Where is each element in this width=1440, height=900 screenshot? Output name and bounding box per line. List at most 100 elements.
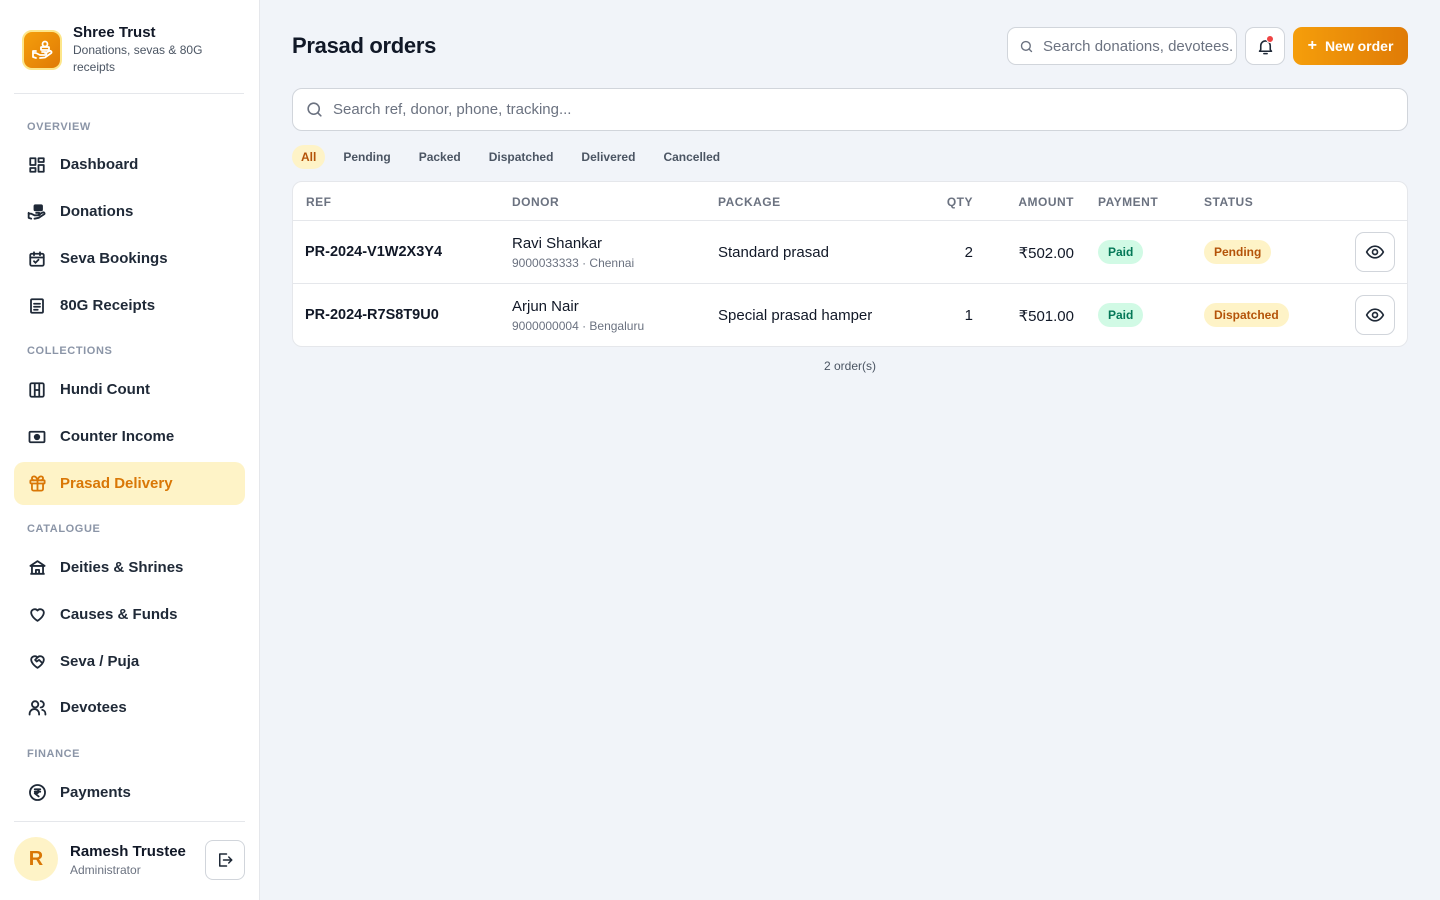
view-order-button[interactable] bbox=[1355, 295, 1395, 335]
sidebar-item-label: Seva Bookings bbox=[60, 250, 168, 267]
donor-meta: 9000000004 · Bengaluru bbox=[512, 319, 645, 333]
section-collections: COLLECTIONS bbox=[27, 345, 113, 357]
sidebar-item-label: Donations bbox=[60, 203, 134, 220]
user-profile: R Ramesh Trustee Administrator bbox=[14, 821, 245, 900]
eye-icon bbox=[1365, 305, 1385, 325]
order-qty: 1 bbox=[964, 307, 973, 324]
sidebar-item-label: Payments bbox=[60, 784, 131, 801]
filter-pending[interactable]: Pending bbox=[333, 145, 400, 169]
sidebar-item-label: Causes & Funds bbox=[60, 606, 178, 623]
section-catalogue: CATALOGUE bbox=[27, 523, 101, 535]
sidebar-item-prasad-delivery[interactable]: Prasad Delivery bbox=[14, 462, 245, 505]
section-overview: OVERVIEW bbox=[27, 121, 91, 133]
eye-icon bbox=[1365, 242, 1385, 262]
package-name: Standard prasad bbox=[718, 244, 829, 261]
notifications-button[interactable] bbox=[1245, 27, 1285, 65]
sidebar-item-label: Seva / Puja bbox=[60, 653, 140, 670]
order-amount: ₹502.00 bbox=[1018, 245, 1074, 262]
package-name: Special prasad hamper bbox=[718, 307, 873, 324]
table-row[interactable]: PR-2024-V1W2X3Y4 Ravi Shankar 9000033333… bbox=[293, 221, 1407, 284]
column-header-status: STATUS bbox=[1204, 195, 1254, 209]
donor-name: Arjun Nair bbox=[512, 298, 579, 315]
sidebar-item-label: Prasad Delivery bbox=[60, 475, 173, 492]
orders-search[interactable] bbox=[292, 88, 1408, 131]
user-role: Administrator bbox=[70, 863, 141, 877]
hundi-icon bbox=[27, 380, 47, 400]
calendar-icon bbox=[27, 249, 47, 269]
global-search[interactable] bbox=[1007, 27, 1237, 65]
new-order-button[interactable]: + New order bbox=[1293, 27, 1408, 65]
filter-packed[interactable]: Packed bbox=[409, 145, 471, 169]
sidebar-item-80g-receipts[interactable]: 80G Receipts bbox=[14, 284, 245, 327]
donor-meta: 9000033333 · Chennai bbox=[512, 256, 635, 270]
sidebar-item-label: Hundi Count bbox=[60, 381, 150, 398]
table-row[interactable]: PR-2024-R7S8T9U0 Arjun Nair 9000000004 ·… bbox=[293, 284, 1407, 346]
sidebar-item-deities-shrines[interactable]: Deities & Shrines bbox=[14, 546, 245, 589]
filter-dispatched[interactable]: Dispatched bbox=[479, 145, 564, 169]
order-count: 2 order(s) bbox=[823, 359, 876, 373]
payment-badge: Paid bbox=[1098, 303, 1144, 327]
sidebar-item-devotees[interactable]: Devotees bbox=[14, 686, 245, 729]
rupee-circle-icon bbox=[27, 783, 47, 803]
filter-all[interactable]: All bbox=[292, 145, 326, 169]
sidebar-item-dashboard[interactable]: Dashboard bbox=[14, 143, 245, 186]
status-badge: Pending bbox=[1204, 240, 1272, 264]
cash-icon bbox=[27, 427, 47, 447]
gift-icon bbox=[27, 474, 47, 494]
orders-table: REF DONOR PACKAGE QTY AMOUNT PAYMENT STA… bbox=[292, 181, 1408, 347]
user-name: Ramesh Trustee bbox=[70, 843, 186, 860]
sidebar-item-payments[interactable]: Payments bbox=[14, 771, 245, 814]
plus-icon: + bbox=[1307, 37, 1317, 54]
view-order-button[interactable] bbox=[1355, 232, 1395, 272]
heart-handshake-icon bbox=[27, 652, 47, 672]
dashboard-icon bbox=[27, 155, 47, 175]
page-title: Prasad orders bbox=[292, 33, 437, 58]
filter-delivered[interactable]: Delivered bbox=[571, 145, 645, 169]
sidebar-item-label: Deities & Shrines bbox=[60, 559, 184, 576]
logout-button[interactable] bbox=[205, 840, 245, 880]
brand-subtitle: Donations, sevas & 80G receipts bbox=[73, 43, 203, 74]
column-header-payment: PAYMENT bbox=[1098, 195, 1159, 209]
search-icon bbox=[1019, 39, 1034, 54]
payment-badge: Paid bbox=[1098, 240, 1144, 264]
sidebar-item-hundi-count[interactable]: Hundi Count bbox=[14, 368, 245, 411]
avatar: R bbox=[14, 837, 58, 881]
column-header-qty: QTY bbox=[946, 195, 973, 209]
order-ref: PR-2024-V1W2X3Y4 bbox=[305, 244, 443, 260]
sidebar-item-label: 80G Receipts bbox=[60, 297, 156, 314]
order-amount: ₹501.00 bbox=[1018, 308, 1074, 325]
sidebar-item-label: Devotees bbox=[60, 699, 127, 716]
logout-icon bbox=[216, 851, 234, 869]
status-filters: All Pending Packed Dispatched Delivered … bbox=[292, 145, 738, 169]
filter-cancelled[interactable]: Cancelled bbox=[653, 145, 730, 169]
donation-hand-icon bbox=[27, 202, 47, 222]
sidebar-item-seva-bookings[interactable]: Seva Bookings bbox=[14, 237, 245, 280]
sidebar-item-donations[interactable]: Donations bbox=[14, 190, 245, 233]
brand: Shree Trust Donations, sevas & 80G recei… bbox=[14, 18, 244, 94]
order-ref: PR-2024-R7S8T9U0 bbox=[305, 307, 439, 323]
orders-search-input[interactable] bbox=[333, 101, 1393, 118]
column-header-ref: REF bbox=[306, 195, 332, 209]
receipt-icon bbox=[27, 296, 47, 316]
new-order-label: New order bbox=[1324, 38, 1394, 54]
search-icon bbox=[305, 100, 324, 119]
column-header-donor: DONOR bbox=[512, 195, 560, 209]
order-qty: 2 bbox=[964, 244, 973, 261]
column-header-amount: AMOUNT bbox=[1018, 195, 1074, 209]
sidebar: Shree Trust Donations, sevas & 80G recei… bbox=[0, 0, 260, 900]
heart-icon bbox=[27, 605, 47, 625]
global-search-input[interactable] bbox=[1043, 37, 1233, 55]
sidebar-item-counter-income[interactable]: Counter Income bbox=[14, 415, 245, 458]
sidebar-item-seva-puja[interactable]: Seva / Puja bbox=[14, 640, 245, 683]
column-header-package: PACKAGE bbox=[718, 195, 781, 209]
sidebar-item-causes-funds[interactable]: Causes & Funds bbox=[14, 593, 245, 636]
status-badge: Dispatched bbox=[1204, 303, 1289, 327]
temple-icon bbox=[27, 558, 47, 578]
brand-name: Shree Trust bbox=[73, 24, 156, 41]
section-finance: FINANCE bbox=[27, 748, 81, 760]
users-icon bbox=[27, 698, 47, 718]
sidebar-item-label: Counter Income bbox=[60, 428, 175, 445]
hand-coin-icon bbox=[22, 30, 62, 70]
sidebar-item-label: Dashboard bbox=[60, 156, 139, 173]
notification-dot bbox=[1266, 35, 1274, 43]
